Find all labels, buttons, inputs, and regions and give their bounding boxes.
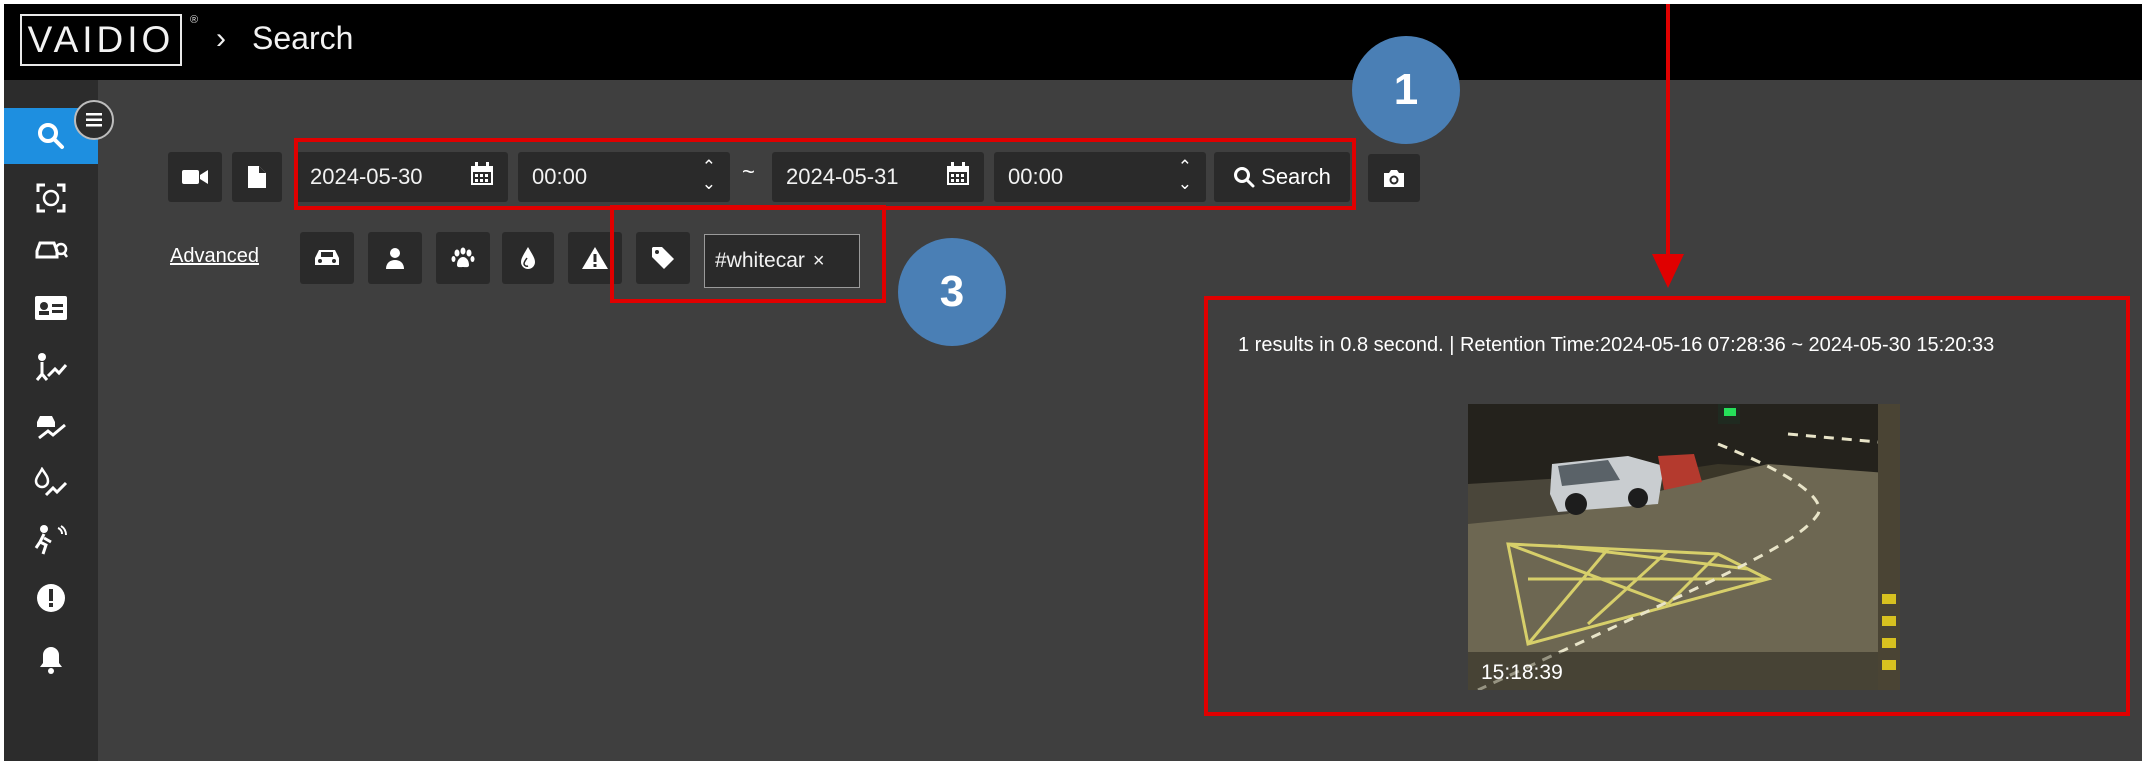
face-recognition-icon (36, 183, 66, 213)
sidebar-item-fire-trend[interactable] (4, 455, 98, 511)
end-date-value: 2024-05-31 (786, 164, 899, 189)
app-window: VAIDIO ® › Search 2024-05-30 00:00 ⌃ ⌄ ~… (4, 4, 2142, 761)
vehicle-search-icon (35, 241, 68, 259)
filter-person-button[interactable] (368, 232, 422, 284)
tag-input-chip[interactable]: #whitecar × (704, 234, 860, 288)
sidebar-item-intrusion[interactable] (4, 512, 98, 568)
breadcrumb-chevron-icon: › (216, 22, 226, 55)
search-icon (38, 123, 64, 149)
tag-remove-icon[interactable]: × (813, 250, 825, 273)
tag-icon (652, 247, 674, 269)
calendar-icon[interactable] (470, 162, 494, 192)
car-icon (315, 250, 339, 265)
end-date-input[interactable]: 2024-05-31 (772, 152, 984, 202)
search-icon (1234, 167, 1255, 188)
sidebar-item-vehicle[interactable] (4, 220, 98, 276)
annotation-badge-1: 1 (1352, 36, 1460, 144)
drop-icon (521, 247, 535, 269)
camera-icon (1384, 170, 1404, 187)
sidebar-item-face[interactable] (4, 170, 98, 226)
registered-mark: ® (190, 14, 199, 26)
annotation-arrow-line (1666, 4, 1670, 260)
bell-icon (40, 647, 62, 674)
tag-chip-label: #whitecar (715, 249, 805, 272)
filter-alert-button[interactable] (568, 232, 622, 284)
page-title: Search (252, 20, 354, 56)
search-button-label: Search (1261, 164, 1331, 189)
top-bar: VAIDIO ® › Search (4, 4, 2142, 80)
person-icon (386, 248, 404, 269)
street-scene-image (1468, 404, 1900, 690)
result-thumbnail[interactable] (1468, 404, 1900, 690)
vehicle-trend-icon (37, 416, 66, 440)
filter-fire-button[interactable] (502, 232, 554, 284)
fire-trend-icon (34, 467, 68, 497)
hamburger-icon (86, 113, 102, 127)
start-time-value: 00:00 (532, 164, 588, 189)
annotation-badge-3: 3 (898, 238, 1006, 346)
file-icon (248, 166, 266, 188)
alert-icon (37, 584, 65, 612)
file-button[interactable] (232, 152, 282, 202)
sidebar-item-person-trend[interactable] (4, 340, 98, 396)
start-date-value: 2024-05-30 (310, 164, 423, 189)
snapshot-button[interactable] (1368, 154, 1420, 202)
person-trend-icon (35, 353, 68, 381)
filter-tag-button[interactable] (636, 232, 690, 284)
sidebar-item-notifications[interactable] (4, 632, 98, 688)
sidebar-item-vehicle-trend[interactable] (4, 398, 98, 454)
end-time-value: 00:00 (1008, 164, 1064, 189)
sidebar-item-alerts[interactable] (4, 570, 98, 626)
menu-toggle-button[interactable] (74, 100, 114, 140)
intrusion-icon (34, 525, 67, 555)
sidebar (4, 80, 98, 761)
vaidio-logo[interactable]: VAIDIO (20, 14, 182, 66)
time-stepper-icon[interactable]: ⌃ ⌄ (702, 158, 716, 192)
advanced-link[interactable]: Advanced (170, 245, 259, 268)
search-button[interactable]: Search (1214, 152, 1350, 202)
range-separator: ~ (742, 159, 755, 184)
filter-vehicle-button[interactable] (300, 232, 354, 284)
thumbnail-timestamp: 15:18:39 (1481, 661, 1563, 684)
time-stepper-icon[interactable]: ⌃ ⌄ (1178, 158, 1192, 192)
sidebar-item-id-card[interactable] (4, 280, 98, 336)
video-camera-icon (182, 170, 208, 184)
filter-animal-button[interactable] (436, 232, 490, 284)
warning-icon (582, 247, 608, 269)
start-time-input[interactable]: 00:00 ⌃ ⌄ (518, 152, 730, 202)
paw-icon (451, 247, 475, 268)
end-time-input[interactable]: 00:00 ⌃ ⌄ (994, 152, 1206, 202)
arrow-down-icon (1652, 254, 1684, 288)
calendar-icon[interactable] (946, 162, 970, 192)
results-summary: 1 results in 0.8 second. | Retention Tim… (1238, 334, 1995, 356)
start-date-input[interactable]: 2024-05-30 (296, 152, 508, 202)
id-card-icon (35, 296, 67, 320)
camera-select-button[interactable] (168, 152, 222, 202)
